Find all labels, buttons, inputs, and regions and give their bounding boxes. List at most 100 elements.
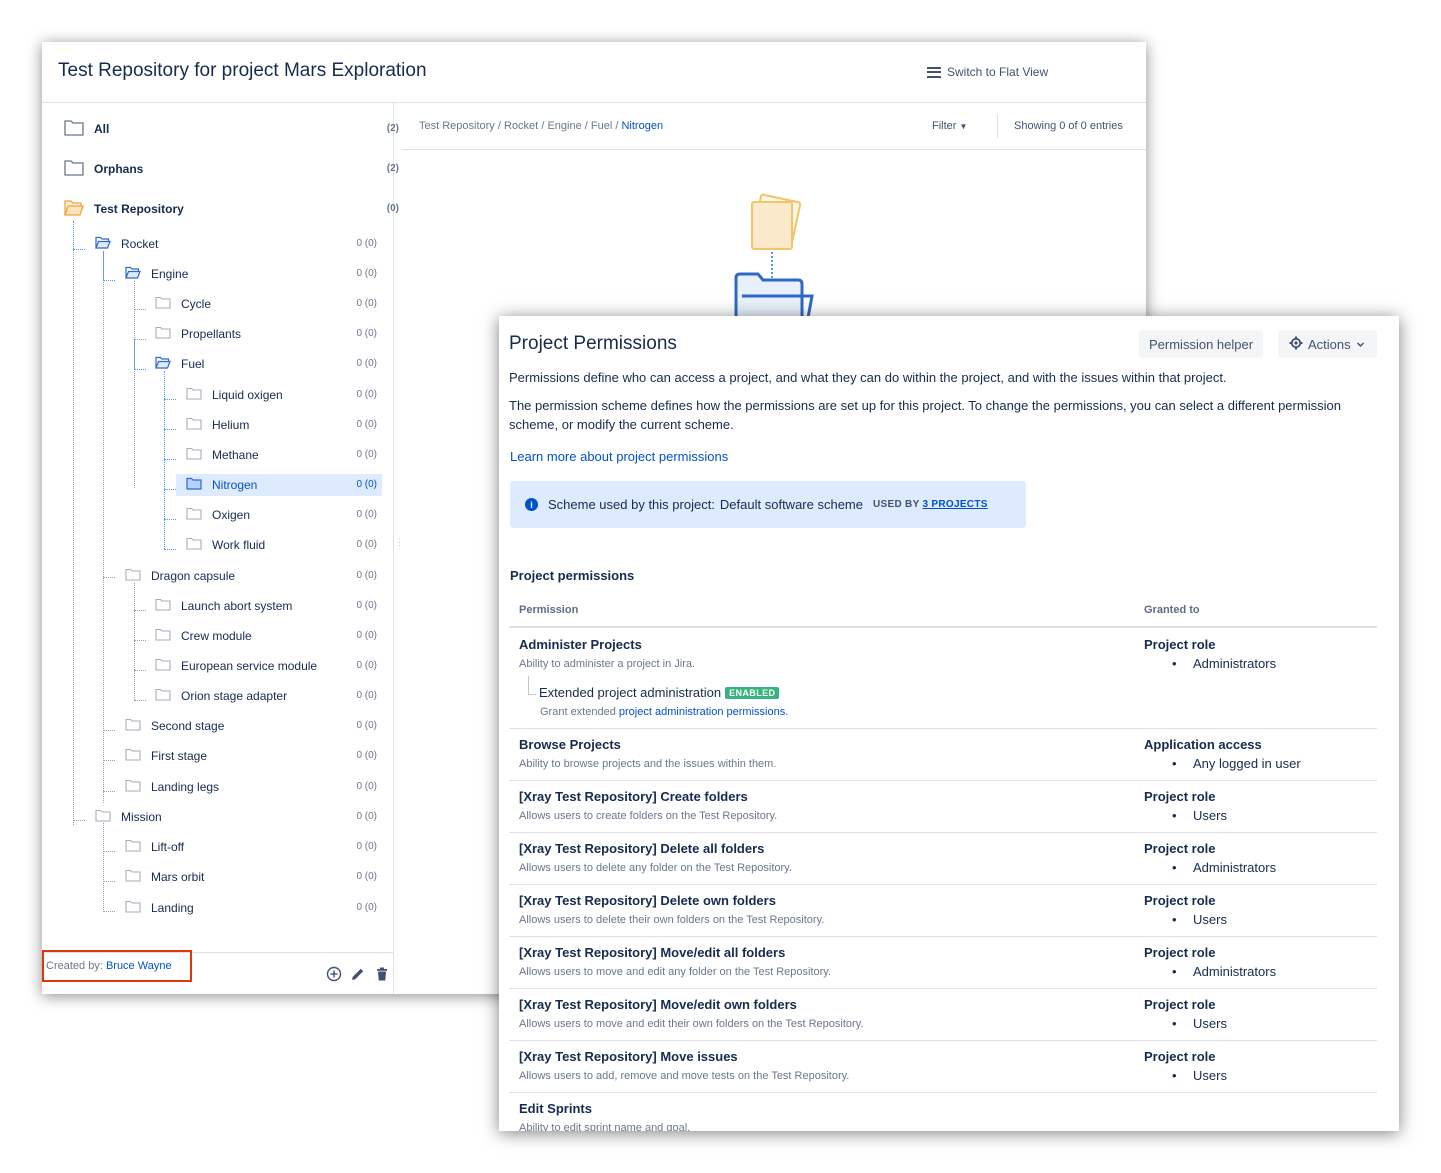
permission-description: Allows users to create folders on the Te… [519,810,778,822]
tree-connector [134,583,135,700]
tree-item[interactable]: Helium 0 (0) [186,414,382,436]
tree-connector [103,760,115,761]
tree-connector [103,251,104,280]
toolbar-divider [997,114,998,138]
tree-item[interactable]: Engine 0 (0) [125,263,382,285]
folder-icon [125,266,141,282]
tree-item[interactable]: European service module 0 (0) [155,655,382,677]
tree-item-label: Propellants [181,327,242,341]
breadcrumb-separator: / [497,120,501,132]
tree-item-label: Landing [151,901,194,915]
created-by-user-link[interactable]: Bruce Wayne [106,960,172,972]
tree-item[interactable]: Nitrogen 0 (0) [176,474,382,496]
breadcrumb-item[interactable]: Engine [547,120,581,132]
filter-dropdown[interactable]: Filter ▼ [932,120,967,132]
tree-item[interactable]: Dragon capsule 0 (0) [125,565,382,587]
learn-more-link[interactable]: Learn more about project permissions [510,449,728,464]
permission-name: [Xray Test Repository] Delete own folder… [519,893,776,908]
tree-item-count: 0 (0) [356,479,377,490]
tree-item[interactable]: Crew module 0 (0) [155,625,382,647]
tree-item[interactable]: Orion stage adapter 0 (0) [155,685,382,707]
tree-item-label: Nitrogen [212,478,258,492]
tree-item[interactable]: Test Repository (0) [64,198,404,220]
permission-row: Edit Sprints Ability to edit sprint name … [509,1092,1377,1131]
edit-icon[interactable] [350,966,366,982]
tree-item[interactable]: Rocket 0 (0) [95,233,382,255]
tree-item-count: 0 (0) [356,841,377,852]
permission-description: Allows users to move and edit their own … [519,1018,864,1030]
tree-item-count: 0 (0) [356,449,377,460]
tree-item[interactable]: Mars orbit 0 (0) [125,866,382,888]
folder-icon [95,236,111,252]
actions-button[interactable]: Actions [1278,330,1377,358]
created-by: Created by: Bruce Wayne [42,950,192,982]
granted-type: Project role [1144,789,1216,804]
extended-desc-prefix: Grant extended [540,706,616,718]
tree-item[interactable]: Lift-off 0 (0) [125,836,382,858]
chevron-down-icon [1356,337,1365,352]
tree-item[interactable]: Propellants 0 (0) [155,323,382,345]
breadcrumb-item[interactable]: Test Repository [419,120,495,132]
tree-item[interactable]: Work fluid 0 (0) [186,534,382,556]
permission-helper-button[interactable]: Permission helper [1139,330,1264,358]
divider [402,149,1146,150]
tree-item-count: 0 (0) [356,358,377,369]
folder-icon [186,387,202,403]
tree-item[interactable]: Cycle 0 (0) [155,293,382,315]
tree-item-count: 0 (0) [356,268,377,279]
breadcrumb-item[interactable]: Rocket [504,120,538,132]
tree-item-count: 0 (0) [356,690,377,701]
delete-icon[interactable] [374,966,390,982]
tree-item[interactable]: Launch abort system 0 (0) [155,595,382,617]
tree-item[interactable]: Landing 0 (0) [125,897,382,919]
permission-row: [Xray Test Repository] Delete own folder… [509,884,1377,937]
used-by-projects-link[interactable]: 3 PROJECTS [922,499,987,510]
breadcrumb-item[interactable]: Fuel [591,120,612,132]
folder-icon [155,356,171,372]
permissions-description: Permissions define who can access a proj… [509,370,1227,385]
permission-name: Edit Sprints [519,1101,592,1116]
tree-item[interactable]: Fuel 0 (0) [155,353,382,375]
breadcrumb: Test Repository / Rocket / Engine / Fuel… [419,120,663,132]
tree-connector [164,519,176,520]
tree-item-count: 0 (0) [356,871,377,882]
tree-item-count: (2) [386,163,399,174]
permission-description: Ability to administer a project in Jira. [519,658,696,670]
tree-item[interactable]: Oxigen 0 (0) [186,504,382,526]
tree-item-label: Second stage [151,719,225,733]
folder-icon [155,296,171,312]
tree-connector [134,700,146,701]
tree-connector [73,249,85,250]
tree-item[interactable]: Landing legs 0 (0) [125,776,382,798]
page-title: Project Permissions [509,333,677,354]
tree-item-label: Test Repository [94,202,184,216]
tree-item[interactable]: Mission 0 (0) [95,806,382,828]
resize-handle[interactable]: ⋮ [395,538,404,547]
switch-flat-view-button[interactable]: Switch to Flat View [927,65,1048,79]
scheme-name: Default software scheme [719,497,863,512]
tree-connector [528,694,536,695]
permission-description: Allows users to move and edit any folder… [519,966,832,978]
tree-item[interactable]: Liquid oxigen 0 (0) [186,384,382,406]
tree-item-label: Engine [151,267,189,281]
bullet: • [1172,656,1177,671]
tree-item-label: Liquid oxigen [212,388,283,402]
permission-name: Browse Projects [519,737,621,752]
granted-value: Administrators [1193,656,1277,671]
tree-connector [103,251,104,803]
tree-item[interactable]: All (2) [64,118,404,140]
tree-connector [103,791,115,792]
project-admin-permissions-link[interactable]: project administration permissions. [619,706,788,718]
permission-description: Allows users to delete any folder on the… [519,862,792,874]
tree-item-label: Lift-off [151,840,185,854]
tree-item-count: 0 (0) [356,539,377,550]
tree-item[interactable]: Methane 0 (0) [186,444,382,466]
tree-item[interactable]: Second stage 0 (0) [125,715,382,737]
folder-icon [64,199,84,219]
tree-item-label: Mission [121,810,162,824]
folder-icon [64,159,84,179]
tree-item[interactable]: Orphans (2) [64,158,404,180]
info-icon: i [525,498,538,511]
tree-item[interactable]: First stage 0 (0) [125,745,382,767]
add-folder-icon[interactable] [326,966,342,982]
